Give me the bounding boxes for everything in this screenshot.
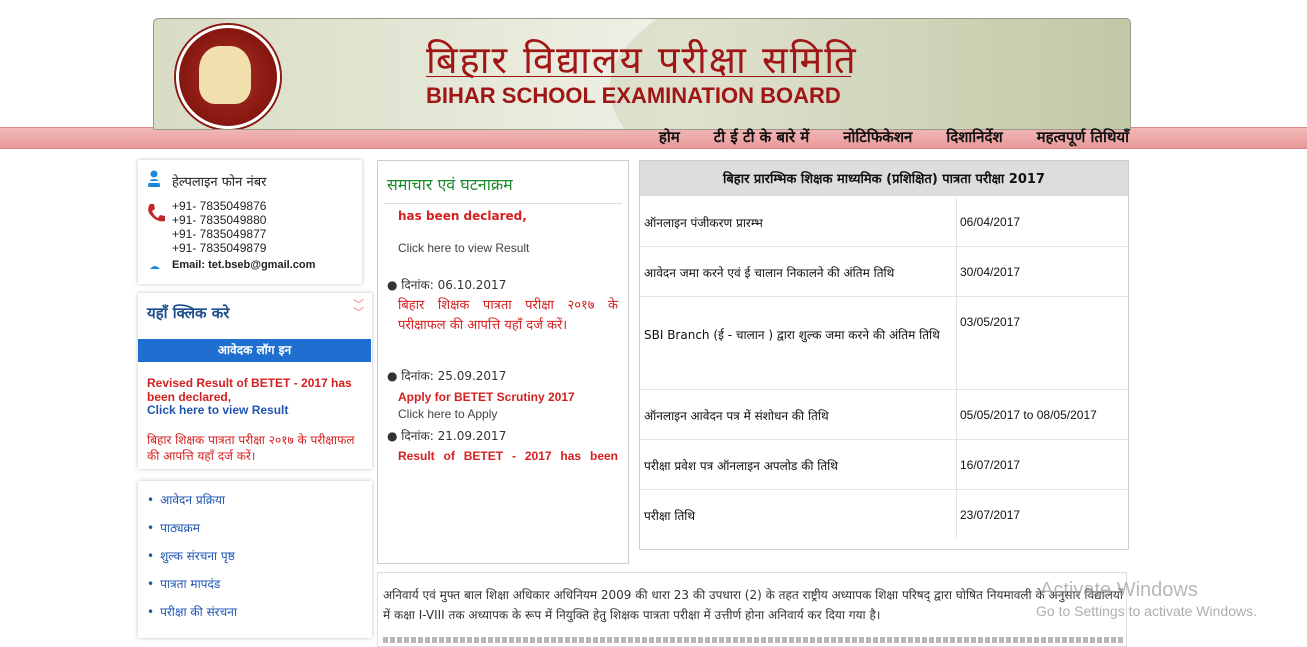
site-title-hindi: बिहार विद्यालय परीक्षा समिति	[426, 38, 858, 82]
nav-notification[interactable]: नोटिफिकेशन	[843, 127, 912, 147]
helpline-person-icon	[148, 170, 160, 187]
view-result-link[interactable]: Click here to view Result	[147, 403, 288, 417]
news-item-title[interactable]: बिहार शिक्षक पात्रता परीक्षा २०१७ के परी…	[398, 296, 618, 336]
link-fee-structure[interactable]: शुल्क संरचना पृष्ठ	[147, 547, 237, 575]
phone-icon	[148, 204, 165, 222]
email-icon	[150, 266, 160, 269]
revised-result-notice[interactable]: Revised Result of BETET - 2017 has been …	[147, 376, 362, 404]
activate-windows-subtitle: Go to Settings to activate Windows.	[1036, 603, 1257, 619]
news-heading: समाचार एवं घटनाक्रम	[387, 175, 513, 194]
exam-schedule-table: बिहार प्रारम्भिक शिक्षक माध्यमिक (प्रशिक…	[639, 160, 1129, 550]
nav-important-dates[interactable]: महत्वपूर्ण तिथियाँ	[1037, 127, 1129, 147]
schedule-heading: बिहार प्रारम्भिक शिक्षक माध्यमिक (प्रशिक…	[640, 161, 1128, 196]
table-row: ऑनलाइन आवेदन पत्र में संशोधन की तिथि 05/…	[640, 390, 1128, 440]
site-banner: बिहार विद्यालय परीक्षा समिति BIHAR SCHOO…	[153, 18, 1131, 130]
objection-link[interactable]: बिहार शिक्षक पात्रता परीक्षा २०१७ के परी…	[147, 432, 362, 464]
bseb-logo[interactable]	[176, 25, 280, 129]
click-here-heading: यहाँ क्लिक करे	[147, 304, 230, 322]
news-item-partial-link[interactable]: Click here to view Result	[398, 240, 618, 256]
table-row: आवेदन जमा करने एवं ई चालान निकालने की अं…	[640, 247, 1128, 297]
news-item-date: ● दिनांक: 21.09.2017	[387, 429, 507, 443]
main-nav: होम टी ई टी के बारे में नोटिफिकेशन दिशान…	[659, 127, 1129, 147]
nav-guidelines[interactable]: दिशानिर्देश	[946, 127, 1002, 147]
nav-about-tet[interactable]: टी ई टी के बारे में	[714, 127, 809, 147]
applicant-login-button[interactable]: आवेदक लॉग इन	[138, 339, 371, 362]
table-row: ऑनलाइन पंजीकरण प्रारम्भ 06/04/2017	[640, 197, 1128, 247]
news-item-title[interactable]: Result of BETET - 2017 has been	[398, 448, 618, 464]
news-item-title[interactable]: Apply for BETET Scrutiny 2017	[398, 389, 618, 405]
table-row: परीक्षा तिथि 23/07/2017	[640, 490, 1128, 539]
quick-links-list: आवेदन प्रक्रिया पाठ्यक्रम शुल्क संरचना प…	[147, 491, 237, 631]
news-ticker[interactable]: Revised Result of BETET - 2017 has been …	[378, 204, 628, 563]
news-panel: समाचार एवं घटनाक्रम Revised Result of BE…	[377, 160, 629, 564]
link-syllabus[interactable]: पाठ्यक्रम	[147, 519, 237, 547]
link-exam-structure[interactable]: परीक्षा की संरचना	[147, 603, 237, 631]
chevron-down-icon[interactable]: ﹀ ﹀	[353, 299, 364, 318]
intro-paragraph-box: अनिवार्य एवं मुफ्त बाल शिक्षा अधिकार अधि…	[377, 572, 1127, 647]
nav-home[interactable]: होम	[659, 127, 680, 147]
activate-windows-title: Activate Windows	[1040, 579, 1198, 601]
helpline-email[interactable]: Email: tet.bseb@gmail.com	[172, 259, 315, 271]
news-item-date: ● दिनांक: 06.10.2017	[387, 278, 507, 292]
helpline-phone-list: +91- 7835049876 +91- 7835049880 +91- 783…	[172, 199, 267, 255]
helpline-box: हेल्पलाइन फोन नंबर +91- 7835049876 +91- …	[138, 160, 362, 284]
link-eligibility[interactable]: पात्रता मापदंड	[147, 575, 237, 603]
helpline-heading: हेल्पलाइन फोन नंबर	[172, 175, 267, 190]
news-item-date: ● दिनांक: 25.09.2017	[387, 369, 507, 383]
table-row: SBI Branch (ई - चालान ) द्वारा शुल्क जमा…	[640, 297, 1128, 390]
news-item-partial-title[interactable]: Revised Result of BETET - 2017 has been …	[398, 204, 618, 224]
intro-paragraph: अनिवार्य एवं मुफ्त बाल शिक्षा अधिकार अधि…	[383, 588, 1123, 622]
link-application-process[interactable]: आवेदन प्रक्रिया	[147, 491, 237, 519]
table-row: परीक्षा प्रवेश पत्र ऑनलाइन अपलोड की तिथि…	[640, 440, 1128, 490]
news-item-link[interactable]: Click here to Apply	[398, 406, 618, 422]
quick-links-box: आवेदन प्रक्रिया पाठ्यक्रम शुल्क संरचना प…	[138, 481, 372, 638]
click-here-box: यहाँ क्लिक करे ﹀ ﹀ आवेदक लॉग इन Revised R…	[138, 293, 372, 469]
site-title-english: BIHAR SCHOOL EXAMINATION BOARD	[426, 83, 841, 108]
